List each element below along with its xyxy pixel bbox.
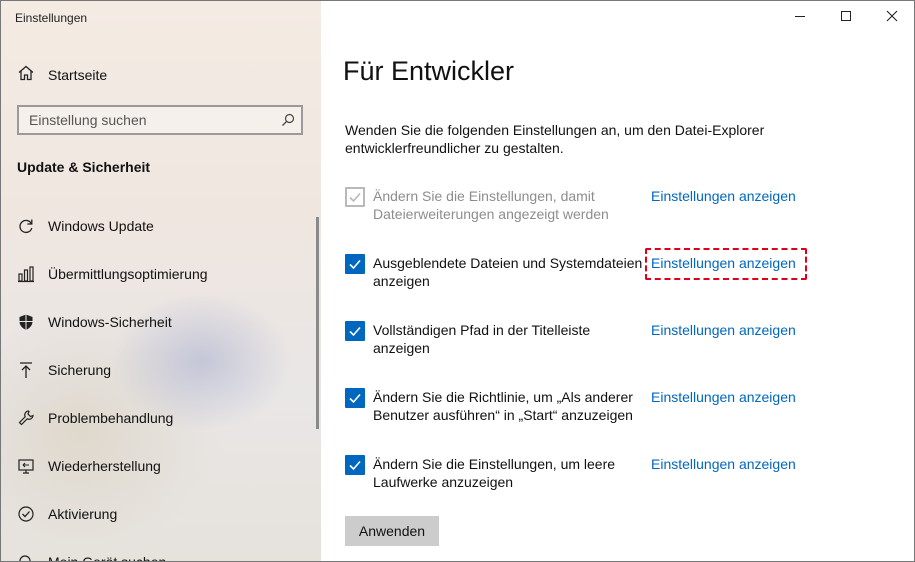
sidebar-item-label: Windows-Sicherheit bbox=[48, 314, 172, 330]
sidebar-item-activation[interactable]: Aktivierung bbox=[17, 500, 307, 528]
sidebar-item-backup[interactable]: Sicherung bbox=[17, 356, 307, 384]
show-settings-link[interactable]: Einstellungen anzeigen bbox=[651, 321, 796, 339]
recovery-icon bbox=[17, 457, 35, 475]
close-button[interactable] bbox=[869, 3, 914, 33]
shield-icon bbox=[17, 313, 35, 331]
highlight-box bbox=[645, 248, 807, 280]
setting-label: Ausgeblendete Dateien und Systemdateien … bbox=[373, 255, 643, 289]
hidden-files-checkbox[interactable] bbox=[345, 254, 365, 274]
page-title: Für Entwickler bbox=[343, 56, 515, 86]
maximize-icon bbox=[840, 9, 852, 27]
sidebar-item-label: Mein Gerät suchen bbox=[48, 554, 167, 562]
wrench-icon bbox=[17, 409, 35, 427]
setting-label: Ändern Sie die Einstellungen, um leere L… bbox=[373, 456, 616, 490]
check-circle-icon bbox=[17, 505, 35, 523]
home-icon bbox=[17, 64, 35, 87]
search-input[interactable] bbox=[29, 112, 269, 128]
sidebar-item-find-device[interactable]: Mein Gerät suchen bbox=[17, 548, 307, 562]
search-box[interactable] bbox=[17, 105, 303, 135]
sidebar-item-label: Sicherung bbox=[48, 362, 112, 378]
main-content: Für Entwickler Wenden Sie die folgenden … bbox=[321, 1, 914, 561]
sidebar-item-troubleshoot[interactable]: Problembehandlung bbox=[17, 404, 307, 432]
upload-icon bbox=[17, 361, 35, 379]
sidebar-item-label: Wiederherstellung bbox=[48, 458, 161, 474]
page-description: Wenden Sie die folgenden Einstellungen a… bbox=[345, 122, 765, 156]
apply-button[interactable]: Anwenden bbox=[345, 516, 439, 546]
setting-row-hidden-files: Ausgeblendete Dateien und Systemdateien … bbox=[345, 254, 905, 298]
refresh-icon bbox=[17, 217, 35, 235]
sidebar-item-recovery[interactable]: Wiederherstellung bbox=[17, 452, 307, 480]
sidebar-home-label: Startseite bbox=[48, 67, 108, 83]
app-title: Einstellungen bbox=[15, 11, 88, 25]
sidebar-item-windows-update[interactable]: Windows Update bbox=[17, 212, 307, 240]
full-path-checkbox[interactable] bbox=[345, 321, 365, 341]
find-device-icon bbox=[17, 553, 35, 561]
search-icon[interactable] bbox=[281, 113, 295, 132]
setting-row-file-extensions: Ändern Sie die Einstellungen, damit Date… bbox=[345, 187, 905, 231]
sidebar-scrollbar[interactable] bbox=[316, 217, 319, 429]
maximize-button[interactable] bbox=[823, 3, 869, 33]
empty-drives-checkbox[interactable] bbox=[345, 455, 365, 475]
section-title: Update & Sicherheit bbox=[17, 159, 151, 175]
sidebar: Einstellungen Startseite Update & Sicher… bbox=[1, 1, 321, 562]
show-settings-link[interactable]: Einstellungen anzeigen bbox=[651, 187, 796, 205]
show-settings-link[interactable]: Einstellungen anzeigen bbox=[651, 455, 796, 473]
setting-row-full-path: Vollständigen Pfad in der Titelleiste an… bbox=[345, 321, 905, 365]
sidebar-item-label: Übermittlungsoptimierung bbox=[48, 266, 208, 282]
sidebar-home[interactable]: Startseite bbox=[17, 64, 107, 86]
minimize-button[interactable] bbox=[777, 3, 823, 33]
sidebar-item-label: Windows Update bbox=[48, 218, 154, 234]
close-icon bbox=[886, 9, 898, 27]
settings-window: Einstellungen Startseite Update & Sicher… bbox=[0, 0, 915, 562]
delivery-icon bbox=[17, 265, 35, 283]
sidebar-item-windows-security[interactable]: Windows-Sicherheit bbox=[17, 308, 307, 336]
setting-row-empty-drives: Ändern Sie die Einstellungen, um leere L… bbox=[345, 455, 905, 499]
file-extensions-checkbox[interactable] bbox=[345, 187, 365, 207]
sidebar-item-delivery-optimization[interactable]: Übermittlungsoptimierung bbox=[17, 260, 307, 288]
setting-label: Vollständigen Pfad in der Titelleiste an… bbox=[373, 322, 591, 356]
sidebar-item-label: Problembehandlung bbox=[48, 410, 174, 426]
setting-label: Ändern Sie die Richtlinie, um „Als ander… bbox=[373, 389, 633, 423]
run-as-user-checkbox[interactable] bbox=[345, 388, 365, 408]
sidebar-item-label: Aktivierung bbox=[48, 506, 118, 522]
show-settings-link[interactable]: Einstellungen anzeigen bbox=[651, 388, 796, 406]
setting-label: Ändern Sie die Einstellungen, damit Date… bbox=[373, 188, 609, 222]
minimize-icon bbox=[794, 9, 806, 27]
setting-row-run-as-user: Ändern Sie die Richtlinie, um „Als ander… bbox=[345, 388, 905, 432]
